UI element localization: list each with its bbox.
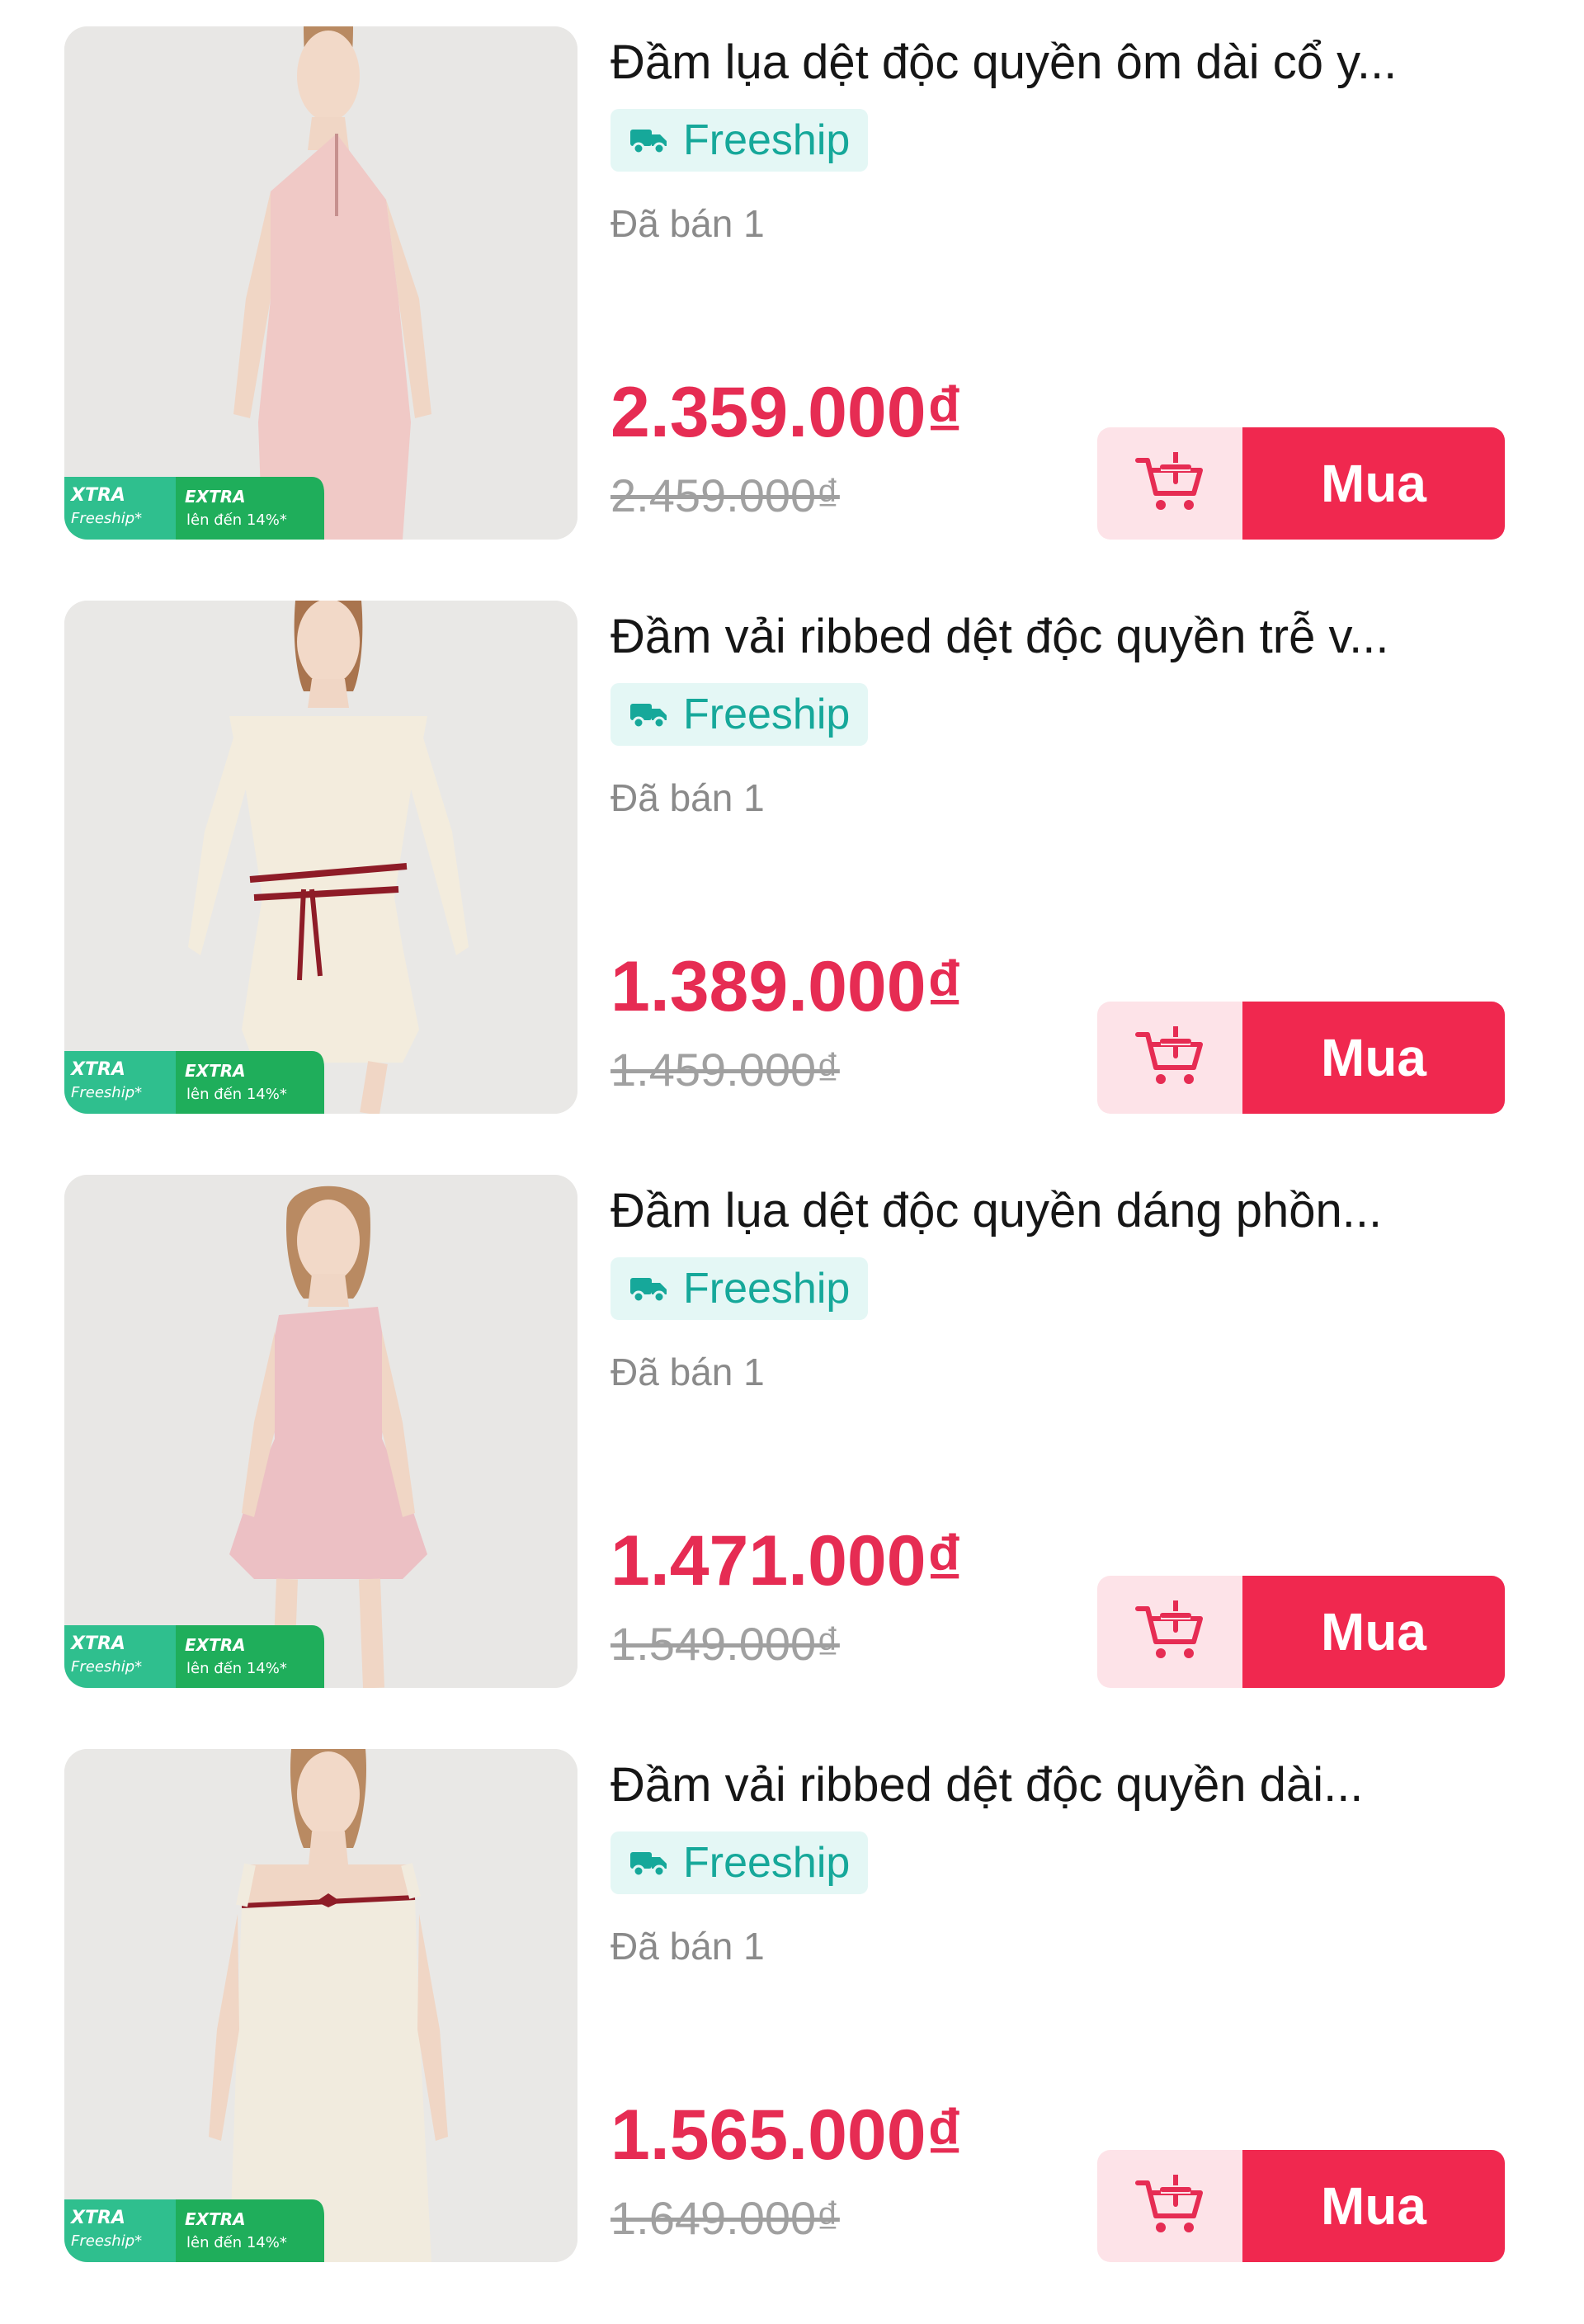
freeship-tag: Freeship [610, 1257, 869, 1320]
badge-xtra: XTRA [71, 2208, 125, 2228]
add-to-cart-button[interactable] [1097, 427, 1242, 540]
product-title[interactable]: Đầm lụa dệt độc quyền ôm dài cổ y... [610, 31, 1502, 94]
freeship-label: Freeship [683, 116, 851, 164]
sale-price: 1.389.000₫ [610, 947, 963, 1026]
product-photo [64, 1175, 578, 1688]
sale-price: 1.471.000₫ [610, 1521, 963, 1600]
xtra-extra-promo-badge: XTRA Freeship* EXTRA lên đến 14%* [64, 1625, 324, 1688]
freeship-label: Freeship [683, 691, 851, 738]
product-photo [64, 26, 578, 540]
badge-extra: EXTRA [185, 1061, 246, 1081]
product-image[interactable]: XTRA Freeship* EXTRA lên đến 14%* [64, 1749, 578, 2262]
product-card[interactable]: XTRA Freeship* EXTRA lên đến 14%* Đầm vả… [64, 1749, 1505, 2262]
product-card[interactable]: XTRA Freeship* EXTRA lên đến 14%* Đầm lụ… [64, 1175, 1505, 1688]
truck-icon [630, 1278, 667, 1303]
badge-upto: lên đến 14%* [186, 511, 287, 529]
product-title[interactable]: Đầm vải ribbed dệt độc quyền trễ v... [610, 606, 1502, 668]
sold-count: Đã bán 1 [610, 776, 765, 819]
product-title[interactable]: Đầm vải ribbed dệt độc quyền dài... [610, 1754, 1502, 1817]
add-to-cart-button[interactable] [1097, 1576, 1242, 1688]
sale-price: 1.565.000₫ [610, 2095, 963, 2175]
buy-button[interactable]: Mua [1242, 1576, 1505, 1688]
badge-extra: EXTRA [185, 487, 246, 507]
add-to-cart-button[interactable] [1097, 2150, 1242, 2262]
freeship-tag: Freeship [610, 109, 869, 172]
badge-freeship: Freeship* [71, 1658, 143, 1676]
badge-upto: lên đến 14%* [186, 1660, 287, 1677]
freeship-tag: Freeship [610, 1831, 869, 1894]
buy-button[interactable]: Mua [1242, 427, 1505, 540]
xtra-extra-promo-badge: XTRA Freeship* EXTRA lên đến 14%* [64, 2199, 324, 2262]
product-card[interactable]: XTRA Freeship* EXTRA lên đến 14%* Đầm lụ… [64, 26, 1505, 540]
original-price: 2.459.000₫ [610, 469, 840, 521]
product-photo [64, 1749, 578, 2262]
product-image[interactable]: XTRA Freeship* EXTRA lên đến 14%* [64, 1175, 578, 1688]
badge-xtra: XTRA [71, 1059, 125, 1080]
product-card[interactable]: XTRA Freeship* EXTRA lên đến 14%* Đầm vả… [64, 601, 1505, 1114]
xtra-extra-promo-badge: XTRA Freeship* EXTRA lên đến 14%* [64, 477, 324, 540]
badge-freeship: Freeship* [71, 2232, 143, 2250]
buy-button[interactable]: Mua [1242, 1002, 1505, 1114]
original-price: 1.649.000₫ [610, 2192, 840, 2244]
badge-upto: lên đến 14%* [186, 2234, 287, 2251]
add-to-cart-button[interactable] [1097, 1002, 1242, 1114]
truck-icon [630, 130, 667, 154]
truck-icon [630, 704, 667, 728]
product-image[interactable]: XTRA Freeship* EXTRA lên đến 14%* [64, 26, 578, 540]
add-to-cart-icon [1135, 1600, 1203, 1658]
badge-extra: EXTRA [185, 2209, 246, 2229]
freeship-label: Freeship [683, 1839, 851, 1887]
badge-xtra: XTRA [71, 1633, 125, 1654]
badge-freeship: Freeship* [71, 510, 143, 527]
product-title[interactable]: Đầm lụa dệt độc quyền dáng phồn... [610, 1180, 1502, 1242]
product-photo [64, 601, 578, 1114]
buy-button[interactable]: Mua [1242, 2150, 1505, 2262]
truck-icon [630, 1852, 667, 1877]
sold-count: Đã bán 1 [610, 202, 765, 245]
add-to-cart-icon [1135, 2175, 1203, 2232]
sold-count: Đã bán 1 [610, 1351, 765, 1393]
badge-freeship: Freeship* [71, 1084, 143, 1101]
sold-count: Đã bán 1 [610, 1925, 765, 1968]
add-to-cart-icon [1135, 1026, 1203, 1084]
badge-xtra: XTRA [71, 485, 125, 506]
badge-upto: lên đến 14%* [186, 1086, 287, 1103]
xtra-extra-promo-badge: XTRA Freeship* EXTRA lên đến 14%* [64, 1051, 324, 1114]
badge-extra: EXTRA [185, 1635, 246, 1655]
sale-price: 2.359.000₫ [610, 373, 963, 452]
freeship-label: Freeship [683, 1265, 851, 1313]
product-image[interactable]: XTRA Freeship* EXTRA lên đến 14%* [64, 601, 578, 1114]
original-price: 1.459.000₫ [610, 1044, 840, 1096]
original-price: 1.549.000₫ [610, 1618, 840, 1670]
add-to-cart-icon [1135, 452, 1203, 510]
product-list: XTRA Freeship* EXTRA lên đến 14%* Đầm lụ… [0, 0, 1584, 2324]
freeship-tag: Freeship [610, 683, 869, 746]
